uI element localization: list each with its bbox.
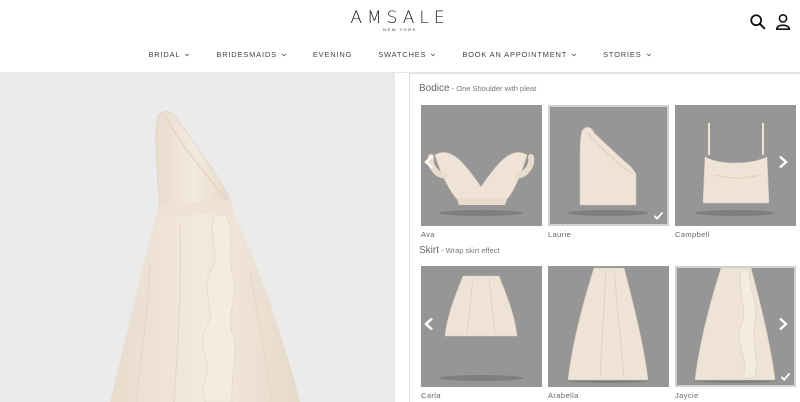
garment-thumbnail [439, 275, 523, 381]
bodice-option-ava[interactable] [421, 105, 542, 226]
skirt-option-label: Carla [421, 391, 441, 400]
bodice-next-arrow-icon[interactable] [777, 155, 789, 169]
chevron-down-icon [571, 53, 577, 56]
nav-label: SWATCHES [378, 50, 427, 59]
skirt-title: Skirt [419, 245, 439, 256]
nav-label: BRIDAL [148, 50, 181, 59]
garment-thumbnail [427, 152, 535, 216]
nav-item-book-appointment[interactable]: BOOK AN APPOINTMENT [462, 50, 577, 59]
bodice-subtitle: - One Shoulder with pleat [449, 84, 537, 93]
check-icon [653, 211, 664, 221]
skirt-next-arrow-icon[interactable] [777, 317, 789, 331]
nav-item-bridesmaids[interactable]: BRIDESMAIDS [216, 50, 287, 59]
nav-label: BRIDESMAIDS [216, 50, 277, 59]
user-icon[interactable] [774, 13, 792, 31]
skirt-subtitle: - Wrap skirt effect [439, 246, 500, 255]
chevron-down-icon [185, 53, 190, 56]
main-nav: BRIDAL BRIDESMAIDS EVENING SWATCHES BOOK… [0, 50, 800, 59]
brand-logo[interactable]: AMSALE NEW YORK [0, 8, 800, 32]
nav-label: STORIES [603, 50, 642, 59]
builder-options-panel: Bodice - One Shoulder with pleat Ava Lau… [409, 73, 800, 402]
nav-item-stories[interactable]: STORIES [603, 50, 651, 59]
garment-thumbnail [566, 267, 650, 383]
chevron-down-icon [281, 53, 287, 56]
bodice-section-title: Bodice - One Shoulder with pleat [419, 83, 536, 94]
brand-name: AMSALE [350, 8, 450, 28]
bodice-prev-arrow-icon[interactable] [423, 155, 435, 169]
skirt-option-label: Arabella [548, 391, 579, 400]
nav-item-swatches[interactable]: SWATCHES [378, 50, 436, 59]
nav-label: EVENING [312, 50, 353, 59]
garment-thumbnail [568, 127, 648, 216]
skirt-option-label: Jaycie [675, 391, 699, 400]
search-icon[interactable] [749, 13, 767, 31]
site-header: AMSALE NEW YORK BRIDAL BRIDESMAIDS EVENI… [0, 0, 800, 72]
brand-subtitle: NEW YORK [383, 27, 417, 32]
bodice-option-label: Campbell [675, 230, 710, 239]
bodice-option-laurie[interactable] [548, 105, 669, 226]
nav-label: BOOK AN APPOINTMENT [462, 50, 568, 59]
skirt-prev-arrow-icon[interactable] [423, 317, 435, 331]
check-icon [780, 372, 791, 382]
skirt-section-title: Skirt - Wrap skirt effect [419, 245, 500, 256]
chevron-down-icon [431, 53, 436, 56]
skirt-option-carla[interactable] [421, 266, 542, 387]
dress-preview-image [110, 111, 300, 402]
chevron-down-icon [646, 53, 651, 56]
bodice-title: Bodice [419, 83, 450, 94]
nav-item-bridal[interactable]: BRIDAL [148, 50, 190, 59]
bodice-option-label: Laurie [548, 230, 572, 239]
bodice-option-label: Ava [421, 230, 435, 239]
dress-preview [0, 73, 395, 402]
nav-item-evening[interactable]: EVENING [313, 50, 352, 59]
skirt-option-arabella[interactable] [548, 266, 669, 387]
